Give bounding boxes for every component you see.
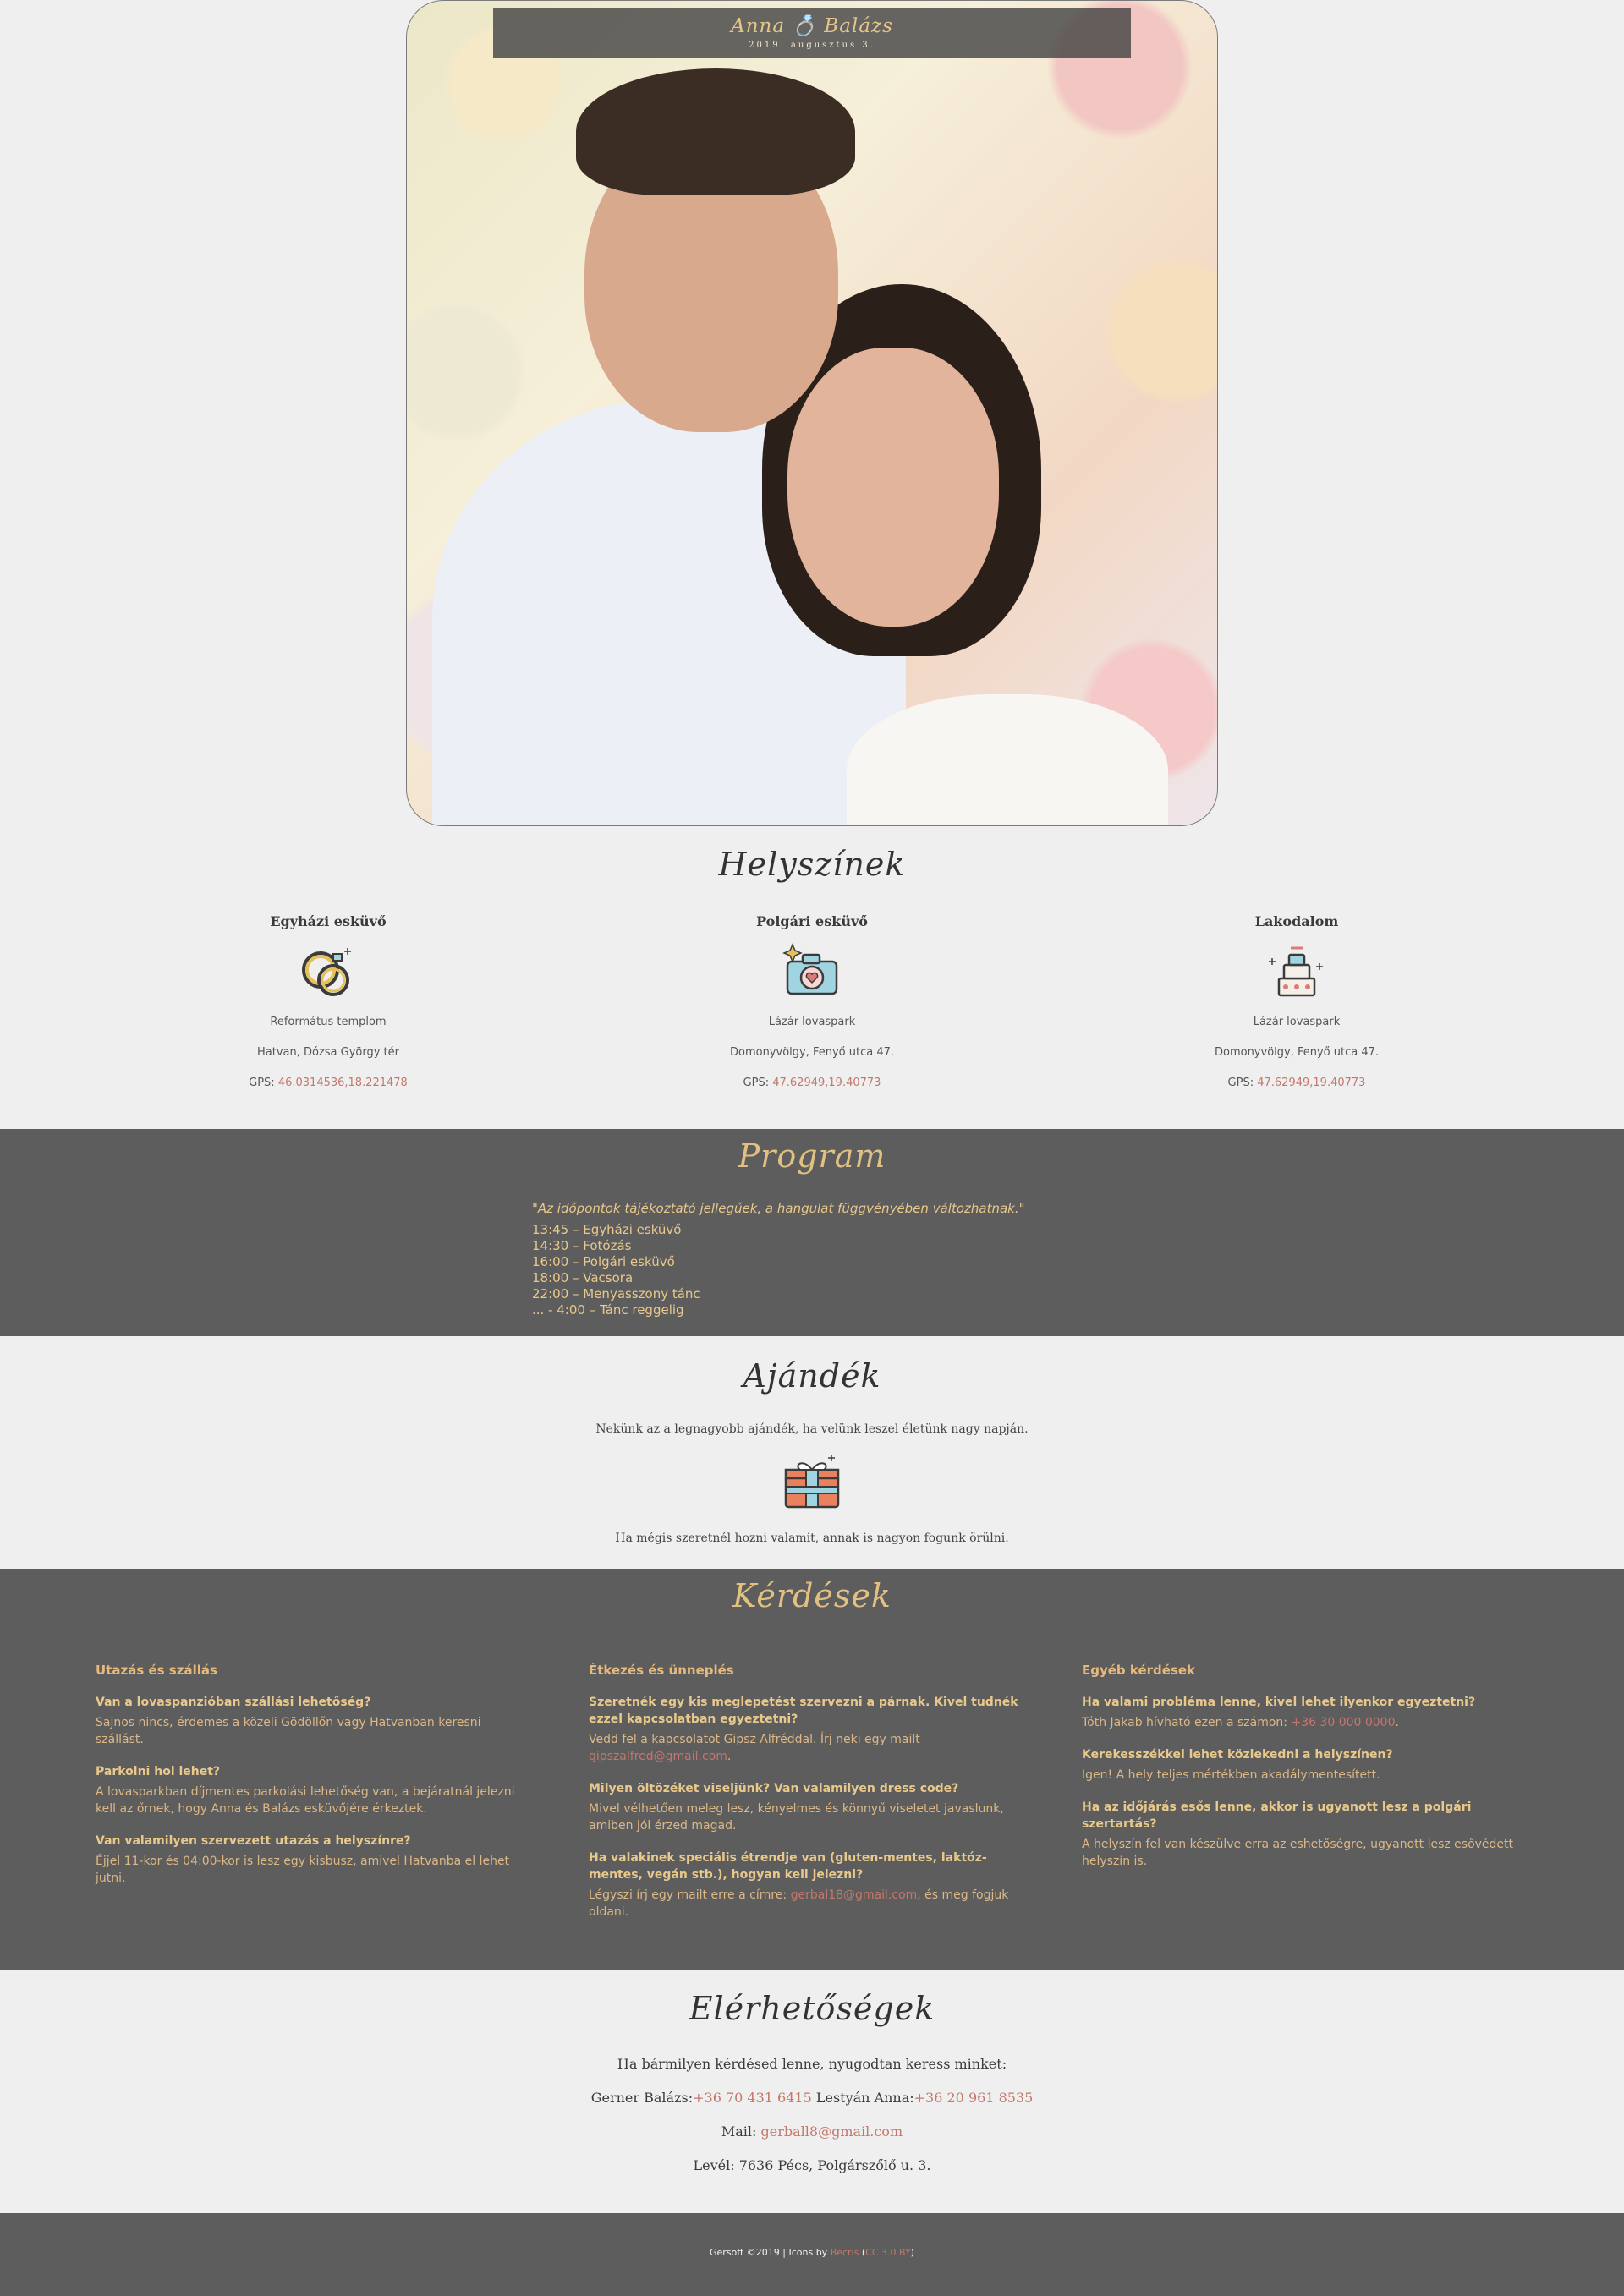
program-item: 13:45 – Egyházi esküvő	[532, 1222, 682, 1237]
license-link[interactable]: CC 3.0 BY	[865, 2247, 911, 2258]
faq-title: Kérdések	[732, 1577, 892, 1614]
location-address: Hatvan, Dózsa György tér	[256, 1046, 400, 1059]
mail-link[interactable]: gerball8@gmail.com	[761, 2123, 903, 2140]
faq-answer: A helyszín fel van készülve erra az eshe…	[1082, 1838, 1514, 1868]
program-note: "Az időpontok tájékoztató jellegűek, a h…	[532, 1201, 1025, 1216]
footer-text: Gersoft ©2019 | Icons by	[710, 2247, 828, 2258]
gps-link[interactable]: 46.0314536,18.221478	[278, 1077, 408, 1089]
gps-link[interactable]: 47.62949,19.40773	[772, 1077, 881, 1089]
location-place: Lázár lovaspark	[1253, 1016, 1341, 1028]
gift-icon	[782, 1451, 842, 1510]
gps-link[interactable]: 47.62949,19.40773	[1257, 1077, 1365, 1089]
contact-title: Elérhetőségek	[689, 1990, 935, 2027]
location-reception: Lakodalom Lázár lovaspark Domonyvölgy, F…	[1085, 913, 1508, 1107]
email-link[interactable]: gipszalfred@gmail.com	[589, 1750, 727, 1763]
contact-mail: Mail: gerball8@gmail.com	[0, 2123, 1624, 2140]
faq-section: Kérdések Utazás és szállás Van a lovaspa…	[0, 1569, 1624, 1970]
faq-question: Ha valami probléma lenne, kivel lehet il…	[1082, 1696, 1476, 1709]
rings-icon	[299, 941, 358, 1000]
program-item: 16:00 – Polgári esküvő	[532, 1254, 675, 1269]
faq-answer-text: Légyszi írj egy mailt erre a címre:	[589, 1888, 787, 1902]
faq-heading: Egyéb kérdések	[1082, 1663, 1196, 1678]
location-address: Domonyvölgy, Fenyő utca 47.	[729, 1046, 895, 1059]
camera-icon	[782, 941, 842, 1000]
email-link[interactable]: gerbal18@gmail.com	[791, 1888, 918, 1902]
faq-question: Szeretnék egy kis meglepetést szervezni …	[589, 1696, 1018, 1726]
faq-question: Ha az időjárás esős lenne, akkor is ugya…	[1082, 1800, 1472, 1831]
faq-column-other: Egyéb kérdések Ha valami probléma lenne,…	[1082, 1662, 1513, 1885]
locations-title: Helyszínek	[718, 846, 906, 883]
location-heading: Egyházi esküvő	[270, 913, 387, 929]
faq-question: Parkolni hol lehet?	[96, 1765, 221, 1778]
wedding-date: 2019. augusztus 3.	[749, 41, 875, 50]
person1-label: Gerner Balázs:	[590, 2090, 694, 2106]
faq-answer: Légyszi írj egy mailt erre a címre: gerb…	[589, 1887, 1020, 1921]
faq-column-travel: Utazás és szállás Van a lovaspanzióban s…	[96, 1662, 527, 1902]
location-civil: Polgári esküvő Lázár lovaspark Domonyvöl…	[601, 913, 1023, 1107]
faq-answer-text: Vedd fel a kapcsolatot Gipsz Alfréddal. …	[589, 1733, 920, 1746]
wedding-cake-icon	[1267, 941, 1326, 1000]
footer-paren: )	[910, 2247, 914, 2258]
location-heading: Lakodalom	[1254, 913, 1339, 929]
program-list: "Az időpontok tájékoztató jellegűek, a h…	[532, 1201, 1025, 1318]
couple-names: Anna 💍 Balázs	[731, 15, 893, 37]
program-item: 18:00 – Vacsora	[532, 1270, 634, 1285]
location-heading: Polgári esküvő	[756, 913, 868, 929]
icons-credit-link[interactable]: Becris	[831, 2247, 859, 2258]
photo-bride-face	[787, 348, 999, 627]
faq-question: Van a lovaspanzióban szállási lehetőség?	[96, 1696, 371, 1709]
program-section: Program "Az időpontok tájékoztató jelleg…	[0, 1129, 1624, 1336]
faq-answer: Vedd fel a kapcsolatot Gipsz Alfréddal. …	[589, 1731, 1020, 1765]
gift-line-2: Ha mégis szeretnél hozni valamit, annak …	[615, 1532, 1009, 1545]
location-church: Egyházi esküvő Református templom Hatvan…	[117, 913, 540, 1107]
faq-question: Milyen öltözéket viseljünk? Van valamily…	[589, 1782, 959, 1795]
faq-answer: Igen! A hely teljes mértékben akadálymen…	[1082, 1768, 1380, 1782]
program-item: ... - 4:00 – Tánc reggelig	[532, 1302, 684, 1318]
location-place: Református templom	[270, 1016, 387, 1028]
location-address: Domonyvölgy, Fenyő utca 47.	[1214, 1046, 1380, 1059]
phone-link[interactable]: +36 30 000 0000	[1291, 1716, 1395, 1729]
contact-letter: Levél: 7636 Pécs, Polgárszőlő u. 3.	[693, 2157, 931, 2173]
location-gps: GPS: 46.0314536,18.221478	[117, 1077, 540, 1089]
faq-question: Van valamilyen szervezett utazás a helys…	[96, 1834, 411, 1848]
gps-label: GPS:	[743, 1077, 770, 1089]
gps-label: GPS:	[249, 1077, 275, 1089]
photo-groom-hair	[576, 68, 855, 195]
hero-photo: Anna 💍 Balázs 2019. augusztus 3.	[406, 0, 1218, 826]
faq-question: Kerekesszékkel lehet közlekedni a helysz…	[1082, 1748, 1393, 1762]
faq-answer: A lovasparkban díjmentes parkolási lehet…	[96, 1785, 515, 1816]
person2-label: Lestyán Anna:	[815, 2090, 914, 2106]
faq-answer: Éjjel 11-kor és 04:00-kor is lesz egy ki…	[96, 1855, 510, 1885]
mail-label: Mail:	[721, 2123, 757, 2140]
faq-question: Ha valakinek speciális étrendje van (glu…	[589, 1851, 987, 1882]
faq-heading: Utazás és szállás	[96, 1663, 217, 1678]
gps-label: GPS:	[1227, 1077, 1254, 1089]
faq-answer-text: Tóth Jakab hívható ezen a számon:	[1082, 1716, 1287, 1729]
faq-answer-end: .	[727, 1750, 732, 1763]
location-gps: GPS: 47.62949,19.40773	[601, 1077, 1023, 1089]
faq-heading: Étkezés és ünneplés	[589, 1663, 734, 1678]
hero-caption: Anna 💍 Balázs 2019. augusztus 3.	[493, 8, 1131, 58]
program-title: Program	[738, 1137, 886, 1175]
contact-intro: Ha bármilyen kérdésed lenne, nyugodtan k…	[617, 2056, 1007, 2072]
location-place: Lázár lovaspark	[768, 1016, 856, 1028]
photo-bride-dress	[847, 694, 1168, 825]
location-gps: GPS: 47.62949,19.40773	[1085, 1077, 1508, 1089]
program-item: 22:00 – Menyasszony tánc	[532, 1286, 700, 1301]
faq-answer: Mivel vélhetően meleg lesz, kényelmes és…	[589, 1802, 1004, 1833]
faq-answer: Sajnos nincs, érdemes a közeli Gödöllőn …	[96, 1716, 481, 1746]
person1-phone-link[interactable]: +36 70 431 6415	[693, 2090, 812, 2106]
faq-answer-end: .	[1395, 1716, 1399, 1729]
contact-phones: Gerner Balázs:+36 70 431 6415 Lestyán An…	[0, 2090, 1624, 2106]
gift-line-1: Nekünk az a legnagyobb ajándék, ha velün…	[595, 1422, 1029, 1436]
footer: Gersoft ©2019 | Icons by Becris (CC 3.0 …	[0, 2213, 1624, 2296]
faq-column-food: Étkezés és ünneplés Szeretnék egy kis me…	[589, 1662, 1020, 1936]
person2-phone-link[interactable]: +36 20 961 8535	[914, 2090, 1034, 2106]
faq-answer: Tóth Jakab hívható ezen a számon: +36 30…	[1082, 1714, 1513, 1731]
program-item: 14:30 – Fotózás	[532, 1238, 632, 1253]
gift-title: Ajándék	[743, 1357, 881, 1395]
